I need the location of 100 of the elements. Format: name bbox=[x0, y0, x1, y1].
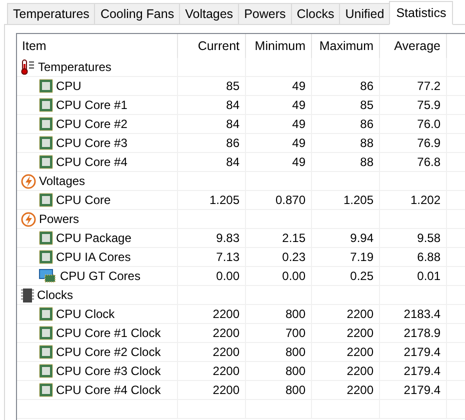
table-cell: 86 bbox=[311, 114, 379, 134]
thermometer-icon bbox=[21, 59, 35, 75]
table-cell: 0.870 bbox=[245, 190, 311, 210]
table-cell: 84 bbox=[177, 96, 245, 114]
group-label: Temperatures bbox=[38, 60, 112, 74]
table-cell: 9.58 bbox=[379, 228, 446, 248]
item-label: CPU Core #4 bbox=[56, 155, 128, 169]
table-cell: 9.83 bbox=[177, 228, 245, 248]
table-cell: 1.205 bbox=[311, 190, 379, 210]
table-cell: 49 bbox=[245, 152, 311, 172]
table-cell: 800 bbox=[245, 342, 311, 362]
table-cell: 88 bbox=[311, 134, 379, 152]
tab[interactable]: Voltages bbox=[179, 3, 240, 24]
table-cell: 2200 bbox=[177, 324, 245, 342]
tab[interactable]: Statistics bbox=[389, 1, 454, 25]
table-cell: 2179.4 bbox=[379, 362, 446, 380]
table-cell: 86 bbox=[177, 134, 245, 152]
table-cell: 2179.4 bbox=[379, 342, 446, 362]
table-cell: 49 bbox=[245, 76, 311, 96]
table-cell: 2200 bbox=[177, 362, 245, 380]
table-cell: 700 bbox=[245, 324, 311, 342]
chip-icon bbox=[39, 98, 53, 112]
table-cell: 2200 bbox=[311, 362, 379, 380]
chip-icon bbox=[39, 307, 53, 321]
table-cell: 2179.4 bbox=[379, 380, 446, 400]
item-label: CPU Core #1 bbox=[56, 98, 128, 112]
table-cell: 86 bbox=[311, 76, 379, 96]
item-label: CPU IA Cores bbox=[56, 250, 131, 264]
column-header[interactable]: Average bbox=[379, 34, 446, 58]
table-cell: 2183.4 bbox=[379, 304, 446, 324]
chip-icon bbox=[39, 155, 53, 169]
chip-icon bbox=[39, 383, 53, 397]
item-label: CPU Core #4 Clock bbox=[56, 383, 161, 397]
item-label: CPU Core #3 Clock bbox=[56, 364, 161, 378]
item-label: CPU Core #2 Clock bbox=[56, 345, 161, 359]
tab[interactable]: Powers bbox=[238, 3, 292, 24]
item-label: CPU GT Cores bbox=[60, 269, 140, 283]
table-cell: 2200 bbox=[311, 324, 379, 342]
table-cell: 2200 bbox=[177, 380, 245, 400]
table-cell: 85 bbox=[177, 76, 245, 96]
item-label: CPU Clock bbox=[56, 307, 115, 321]
table-cell: 1.205 bbox=[177, 190, 245, 210]
chip-icon bbox=[39, 117, 53, 131]
table-cell: 9.94 bbox=[311, 228, 379, 248]
table-cell: 1.202 bbox=[379, 190, 446, 210]
table-cell: 49 bbox=[245, 134, 311, 152]
table-cell: 2200 bbox=[311, 380, 379, 400]
chip-icon bbox=[39, 250, 53, 264]
column-header[interactable]: Minimum bbox=[245, 34, 311, 58]
item-label: CPU Core #3 bbox=[56, 136, 128, 150]
item-label: CPU Core bbox=[56, 193, 111, 207]
table-cell: 800 bbox=[245, 362, 311, 380]
table-cell: 0.01 bbox=[379, 266, 446, 286]
table-cell: 7.13 bbox=[177, 248, 245, 266]
column-header[interactable]: Item bbox=[17, 34, 177, 58]
chip-icon bbox=[39, 79, 53, 93]
chip-icon bbox=[39, 345, 53, 359]
table-cell: 84 bbox=[177, 114, 245, 134]
chip-icon bbox=[39, 326, 53, 340]
item-label: CPU Package bbox=[56, 231, 132, 245]
table-cell: 0.23 bbox=[245, 248, 311, 266]
table-cell: 2200 bbox=[311, 304, 379, 324]
chip-icon bbox=[39, 136, 53, 150]
column-header[interactable]: Current bbox=[177, 34, 245, 58]
table-cell: 84 bbox=[177, 152, 245, 172]
table-cell: 2200 bbox=[177, 304, 245, 324]
tab[interactable]: Clocks bbox=[290, 3, 340, 24]
table-cell: 76.0 bbox=[379, 114, 446, 134]
table-cell: 2200 bbox=[177, 342, 245, 362]
item-label: CPU Core #2 bbox=[56, 117, 128, 131]
tab[interactable]: Cooling Fans bbox=[94, 3, 180, 24]
item-label: CPU bbox=[56, 79, 82, 93]
table-cell: 0.25 bbox=[311, 266, 379, 286]
lightning-icon bbox=[21, 212, 36, 226]
table-cell: 88 bbox=[311, 152, 379, 172]
column-header[interactable]: Maximum bbox=[311, 34, 379, 58]
table-cell: 76.9 bbox=[379, 134, 446, 152]
group-label: Clocks bbox=[37, 288, 74, 302]
table-cell: 800 bbox=[245, 304, 311, 324]
table-cell: 0.00 bbox=[245, 266, 311, 286]
table-cell: 2.15 bbox=[245, 228, 311, 248]
chip-icon bbox=[39, 231, 53, 245]
table-cell: 2200 bbox=[311, 342, 379, 362]
lightning-icon bbox=[21, 174, 36, 188]
table-cell: 85 bbox=[311, 96, 379, 114]
table-cell: 800 bbox=[245, 380, 311, 400]
group-label: Voltages bbox=[39, 174, 86, 188]
tab[interactable]: Unified bbox=[339, 3, 390, 24]
table-cell: 7.19 bbox=[311, 248, 379, 266]
group-label: Powers bbox=[39, 212, 80, 226]
tab[interactable]: Temperatures bbox=[7, 3, 96, 24]
table-cell: 76.8 bbox=[379, 152, 446, 172]
chip-icon bbox=[39, 364, 53, 378]
chip-icon bbox=[39, 193, 53, 207]
table-cell: 0.00 bbox=[177, 266, 245, 286]
chip-icon bbox=[21, 288, 34, 302]
item-label: CPU Core #1 Clock bbox=[56, 326, 161, 340]
table-cell: 77.2 bbox=[379, 76, 446, 96]
table-cell: 2178.9 bbox=[379, 324, 446, 342]
table-cell: 49 bbox=[245, 114, 311, 134]
